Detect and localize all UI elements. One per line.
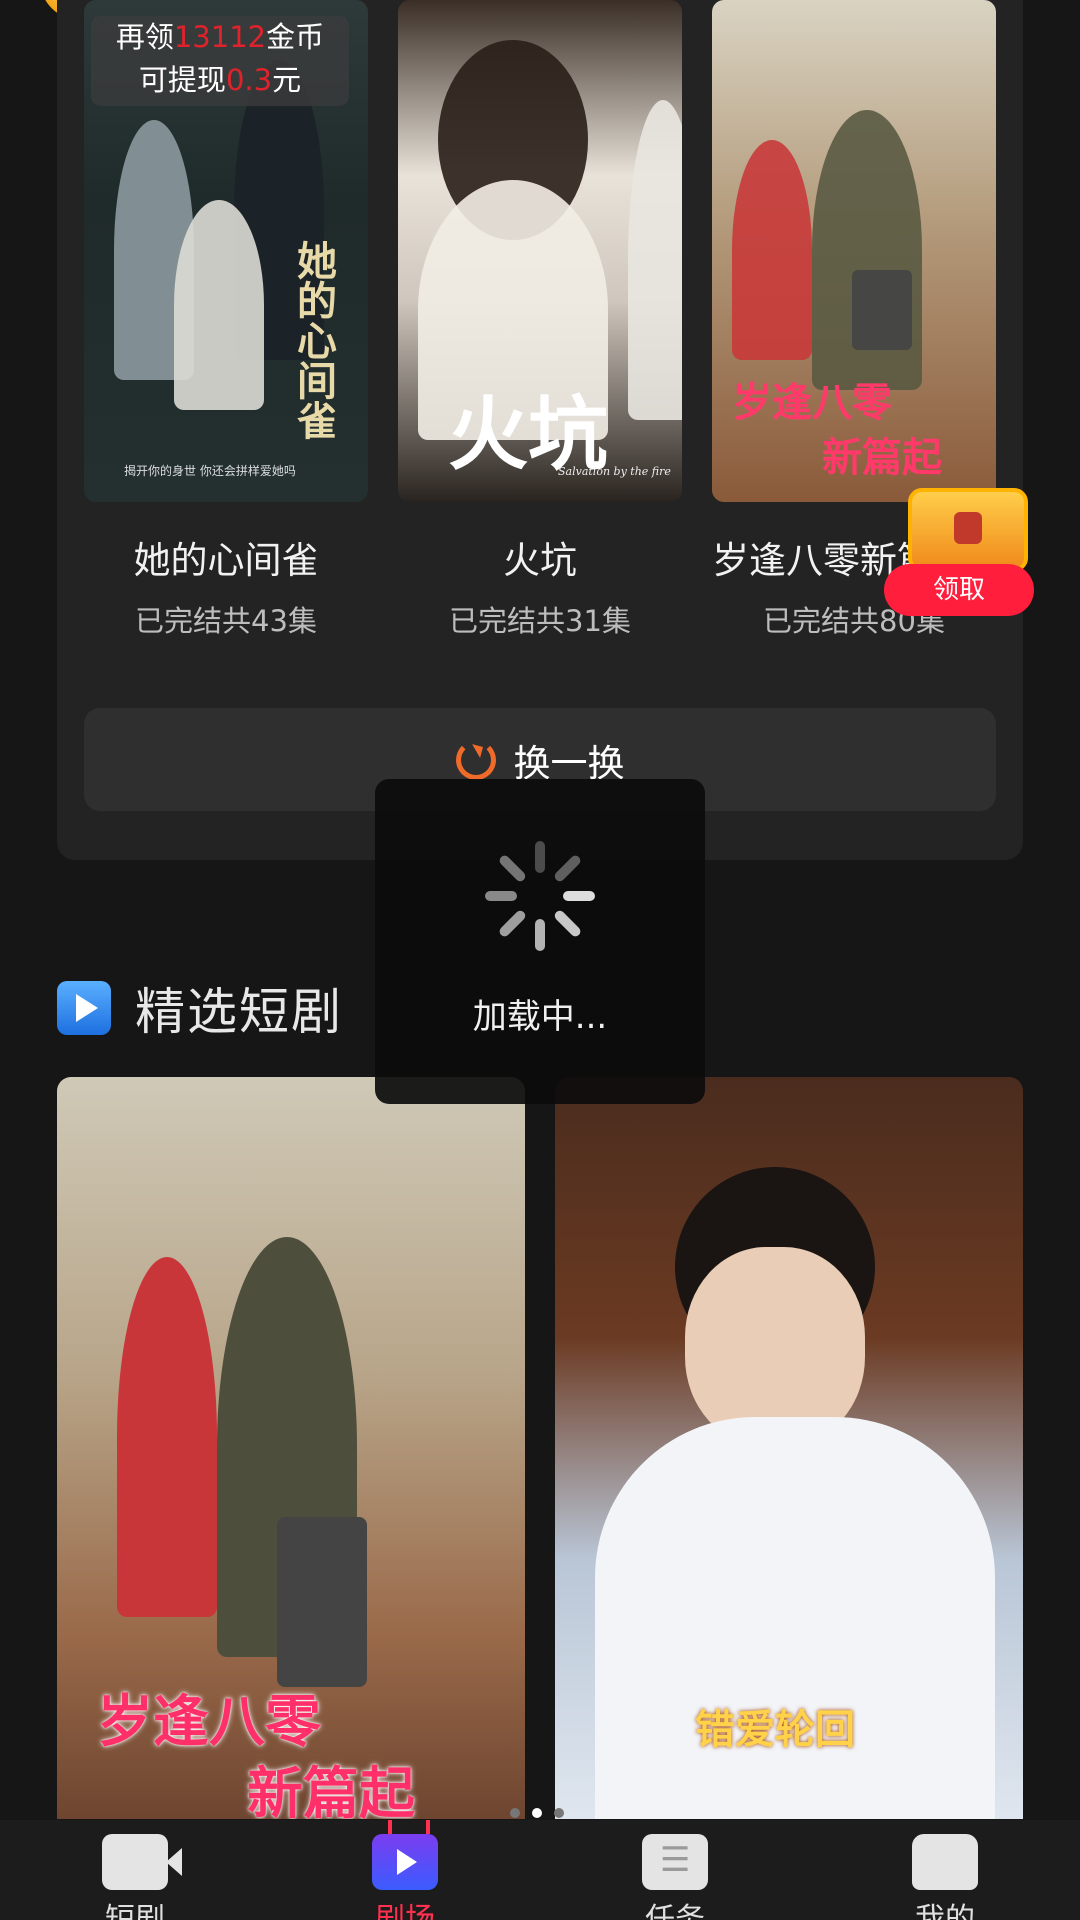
- nav-item-short-drama[interactable]: 短剧: [35, 1820, 235, 1920]
- section-header: 精选短剧: [57, 975, 343, 1041]
- carousel-dot: [554, 1808, 564, 1818]
- profile-icon: [912, 1834, 978, 1890]
- section-title: 精选短剧: [135, 983, 343, 1041]
- nav-label: 短剧: [105, 1902, 165, 1920]
- nav-label: 剧场: [375, 1902, 435, 1920]
- featured-caption: 新篇起: [247, 1761, 415, 1819]
- drama-title[interactable]: 她的心间雀: [84, 530, 368, 584]
- drama-episodes: 已完结共43集: [135, 604, 317, 638]
- featured-poster[interactable]: 岁逢八零 新篇起: [57, 1077, 525, 1819]
- featured-poster[interactable]: 错爱轮回: [555, 1077, 1023, 1819]
- nav-label: 我的: [915, 1902, 975, 1920]
- drama-episodes: 已完结共31集: [449, 604, 631, 638]
- poster-tagline: 揭开你的身世 你还会拼样爱她吗: [124, 464, 296, 478]
- cash-prefix: 可提现: [138, 63, 226, 97]
- featured-caption: 错爱轮回: [695, 1706, 855, 1753]
- coin-banner-prefix: 再领: [115, 20, 174, 54]
- bottom-nav: 短剧 剧场 任务 我的: [0, 1820, 1080, 1920]
- theater-icon: [372, 1834, 438, 1890]
- gift-reward[interactable]: 领取: [878, 478, 1043, 618]
- task-icon: [642, 1834, 708, 1890]
- poster-caption: 岁逢八零: [732, 379, 892, 426]
- drama-title[interactable]: 火坑: [398, 530, 682, 584]
- poster-tagline: Salvation by the fire: [558, 465, 671, 478]
- claim-button[interactable]: 领取: [884, 564, 1034, 616]
- nav-label: 任务: [645, 1902, 705, 1920]
- nav-item-theater[interactable]: 剧场: [305, 1820, 505, 1920]
- coin-amount: 13112: [173, 20, 267, 54]
- loading-overlay: 加载中...: [375, 779, 705, 1104]
- poster-caption: 新篇起: [822, 434, 942, 481]
- recommend-card: 再领13112金币 可提现0.3元 她的心间雀 揭开你的身世 你还会拼样爱她吗 …: [57, 0, 1023, 860]
- carousel-indicator: [510, 1808, 564, 1818]
- drama-poster[interactable]: 火坑 Salvation by the fire: [398, 0, 682, 502]
- cash-amount: 0.3: [225, 63, 273, 97]
- loading-text: 加载中...: [472, 997, 608, 1037]
- lock-icon: [954, 512, 982, 544]
- carousel-dot: [510, 1808, 520, 1818]
- featured-caption: 岁逢八零: [97, 1689, 321, 1755]
- play-icon: [57, 981, 111, 1035]
- video-icon: [102, 1834, 182, 1890]
- nav-item-tasks[interactable]: 任务: [575, 1820, 775, 1920]
- coin-banner-suffix: 金币: [266, 20, 325, 54]
- poster-caption: 她的心间雀: [290, 240, 337, 440]
- refresh-icon: [455, 739, 496, 780]
- coin-reward-banner[interactable]: 再领13112金币 可提现0.3元: [91, 16, 349, 106]
- carousel-dot-active: [532, 1808, 542, 1818]
- drama-poster[interactable]: 岁逢八零 新篇起: [712, 0, 996, 502]
- drama-card[interactable]: 火坑 Salvation by the fire 火坑 已完结共31集: [398, 0, 682, 640]
- cash-suffix: 元: [272, 63, 302, 97]
- nav-item-mine[interactable]: 我的: [845, 1820, 1045, 1920]
- loading-spinner-icon: [485, 841, 595, 951]
